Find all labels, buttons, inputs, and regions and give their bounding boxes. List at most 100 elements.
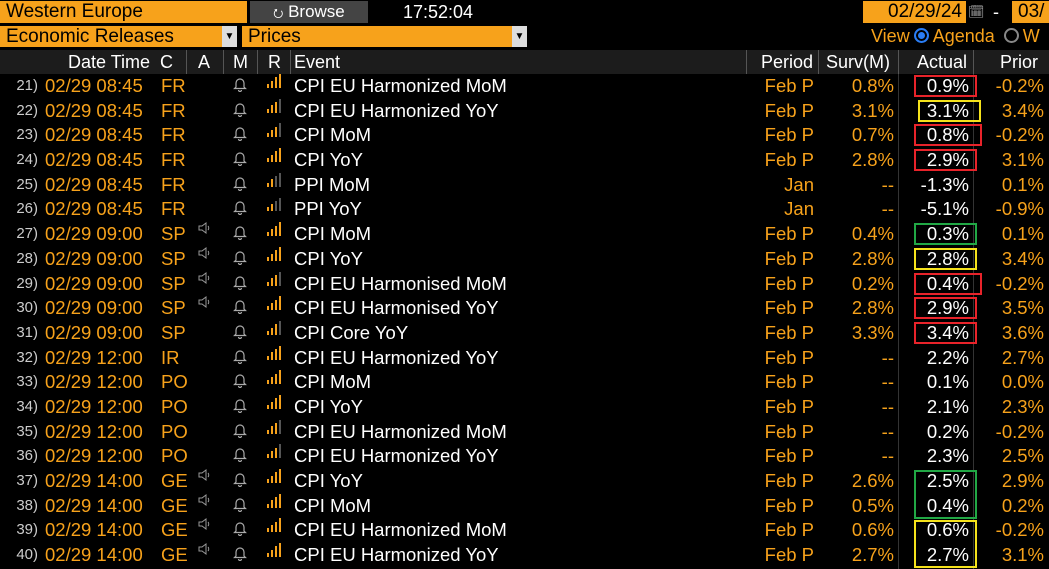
event-name[interactable]: CPI EU Harmonised YoY [294, 296, 499, 320]
bell-icon[interactable] [233, 444, 247, 463]
table-row[interactable]: 24) 02/29 08:45 FR CPI YoY Feb P 2.8% 2.9% 3.1% [0, 148, 1049, 173]
bell-icon[interactable] [233, 518, 247, 537]
event-name[interactable]: CPI EU Harmonized YoY [294, 444, 499, 468]
calendar-icon[interactable]: 🗓 [968, 2, 985, 22]
event-name[interactable]: CPI EU Harmonized MoM [294, 74, 507, 98]
event-name[interactable]: CPI YoY [294, 469, 363, 493]
end-date-field[interactable]: 03/ [1012, 1, 1049, 23]
event-name[interactable]: CPI MoM [294, 494, 371, 518]
col-survey[interactable]: Surv(M) [826, 50, 890, 74]
event-name[interactable]: CPI EU Harmonized YoY [294, 99, 499, 123]
col-c[interactable]: C [160, 50, 173, 74]
start-date-field[interactable]: 02/29/24 [863, 1, 966, 23]
w-label[interactable]: W [1023, 26, 1040, 46]
relevance-signal-icon [267, 444, 283, 459]
speaker-icon[interactable] [198, 469, 212, 481]
bell-icon[interactable] [233, 99, 247, 117]
event-name[interactable]: CPI EU Harmonised MoM [294, 272, 507, 296]
event-name[interactable]: CPI EU Harmonized MoM [294, 420, 507, 444]
relevance-signal-icon [267, 222, 283, 237]
table-row[interactable]: 26) 02/29 08:45 FR PPI YoY Jan -- -5.1% -0.9% [0, 197, 1049, 222]
event-name[interactable]: PPI YoY [294, 197, 362, 221]
bell-icon[interactable] [233, 494, 247, 512]
speaker-icon[interactable] [198, 543, 212, 556]
table-row[interactable]: 39) 02/29 14:00 GE CPI EU Harmonized MoM Feb… [0, 518, 1049, 543]
bell-icon[interactable] [233, 321, 247, 339]
table-row[interactable]: 27) 02/29 09:00 SP CPI MoM Feb P 0.4% 0.3% 0.1% [0, 222, 1049, 247]
event-name[interactable]: CPI YoY [294, 247, 363, 271]
table-row[interactable]: 31) 02/29 09:00 SP CPI Core YoY Feb P 3.3% 3.4… [0, 320, 1049, 346]
table-row[interactable]: 25) 02/29 08:45 FR PPI MoM Jan -- -1.3% 0.1% [0, 172, 1049, 198]
bell-icon[interactable] [233, 74, 247, 93]
chevron-down-icon[interactable]: ▼ [512, 26, 527, 47]
bell-icon[interactable] [233, 469, 247, 488]
bell-icon[interactable] [233, 148, 247, 167]
event-name[interactable]: PPI MoM [294, 173, 370, 197]
table-row[interactable]: 35) 02/29 12:00 PO CPI EU Harmonized MoM Feb… [0, 419, 1049, 445]
bell-icon[interactable] [233, 222, 247, 241]
bell-icon[interactable] [233, 247, 247, 265]
table-row[interactable]: 34) 02/29 12:00 PO CPI YoY Feb P -- 2.1% 2.3% [0, 395, 1049, 420]
table-row[interactable]: 32) 02/29 12:00 IR CPI EU Harmonized YoY Feb… [0, 345, 1049, 371]
relevance-signal-icon [267, 172, 283, 187]
category-dropdown[interactable]: Economic Releases [0, 26, 236, 47]
event-name[interactable]: CPI YoY [294, 148, 363, 172]
bell-icon[interactable] [233, 346, 247, 364]
region-field[interactable]: Western Europe [0, 1, 247, 23]
agenda-radio-icon[interactable] [913, 28, 929, 44]
survey-value: -- [881, 420, 894, 442]
table-row[interactable]: 23) 02/29 08:45 FR CPI MoM Feb P 0.7% 0.8% -0.2… [0, 123, 1049, 148]
bell-icon[interactable] [233, 296, 247, 315]
table-row[interactable]: 38) 02/29 14:00 GE CPI MoM Feb P 0.5% 0.4% 0.2% [0, 493, 1049, 519]
w-radio-icon[interactable] [1003, 28, 1019, 44]
period: Feb P [764, 247, 814, 269]
browse-button[interactable]: ⭮ Browse [250, 1, 368, 23]
event-name[interactable]: CPI MoM [294, 370, 371, 394]
col-prior[interactable]: Prior [1000, 50, 1038, 74]
event-name[interactable]: CPI MoM [294, 123, 371, 147]
speaker-icon[interactable] [198, 222, 212, 235]
speaker-icon[interactable] [198, 246, 212, 259]
bell-icon[interactable] [233, 543, 247, 562]
table-row[interactable]: 28) 02/29 09:00 SP CPI YoY Feb P 2.8% 2.8% 3.4% [0, 246, 1049, 272]
bell-icon[interactable] [233, 420, 247, 438]
speaker-icon[interactable] [198, 493, 212, 506]
col-a[interactable]: A [198, 50, 210, 74]
event-name[interactable]: CPI EU Harmonized YoY [294, 543, 499, 567]
table-row[interactable]: 30) 02/29 09:00 SP CPI EU Harmonised YoY Feb… [0, 296, 1049, 321]
event-name[interactable]: CPI EU Harmonized MoM [294, 518, 507, 542]
relevance-signal-icon [267, 543, 283, 558]
col-event[interactable]: Event [294, 50, 340, 74]
bell-icon[interactable] [233, 272, 247, 290]
bell-icon[interactable] [233, 370, 247, 389]
col-actual[interactable]: Actual [917, 50, 967, 74]
speaker-icon[interactable] [198, 271, 212, 284]
col-datetime[interactable]: Date Time [68, 50, 150, 74]
speaker-icon[interactable] [198, 518, 212, 531]
col-m[interactable]: M [233, 50, 248, 74]
bell-icon[interactable] [233, 123, 247, 142]
prior-value: 3.1% [1001, 149, 1044, 171]
subcategory-dropdown[interactable]: Prices [242, 26, 512, 47]
speaker-icon[interactable] [198, 296, 212, 309]
bell-icon[interactable] [233, 395, 247, 413]
table-row[interactable]: 33) 02/29 12:00 PO CPI MoM Feb P -- 0.1% 0.0% [0, 370, 1049, 395]
table-row[interactable]: 36) 02/29 12:00 PO CPI EU Harmonized YoY Feb… [0, 444, 1049, 469]
event-name[interactable]: CPI MoM [294, 222, 371, 246]
col-period[interactable]: Period [761, 50, 813, 74]
table-row[interactable]: 29) 02/29 09:00 SP CPI EU Harmonised MoM Feb… [0, 271, 1049, 297]
table-row[interactable]: 40) 02/29 14:00 GE CPI EU Harmonized YoY Feb… [0, 543, 1049, 568]
col-r[interactable]: R [268, 50, 281, 74]
event-name[interactable]: CPI Core YoY [294, 321, 408, 345]
highlight-box [914, 124, 982, 147]
table-row[interactable]: 37) 02/29 14:00 GE CPI YoY Feb P 2.6% 2.5% 2.9% [0, 469, 1049, 494]
table-row[interactable]: 21) 02/29 08:45 FR CPI EU Harmonized MoM Feb… [0, 74, 1049, 99]
relevance-signal-icon [267, 74, 283, 88]
agenda-label[interactable]: Agenda [933, 26, 995, 46]
table-row[interactable]: 22) 02/29 08:45 FR CPI EU Harmonized YoY Feb… [0, 98, 1049, 124]
bell-icon[interactable] [233, 197, 247, 216]
bell-icon[interactable] [233, 173, 247, 191]
event-name[interactable]: CPI YoY [294, 395, 363, 419]
event-name[interactable]: CPI EU Harmonized YoY [294, 346, 499, 370]
chevron-down-icon[interactable]: ▼ [222, 26, 237, 47]
